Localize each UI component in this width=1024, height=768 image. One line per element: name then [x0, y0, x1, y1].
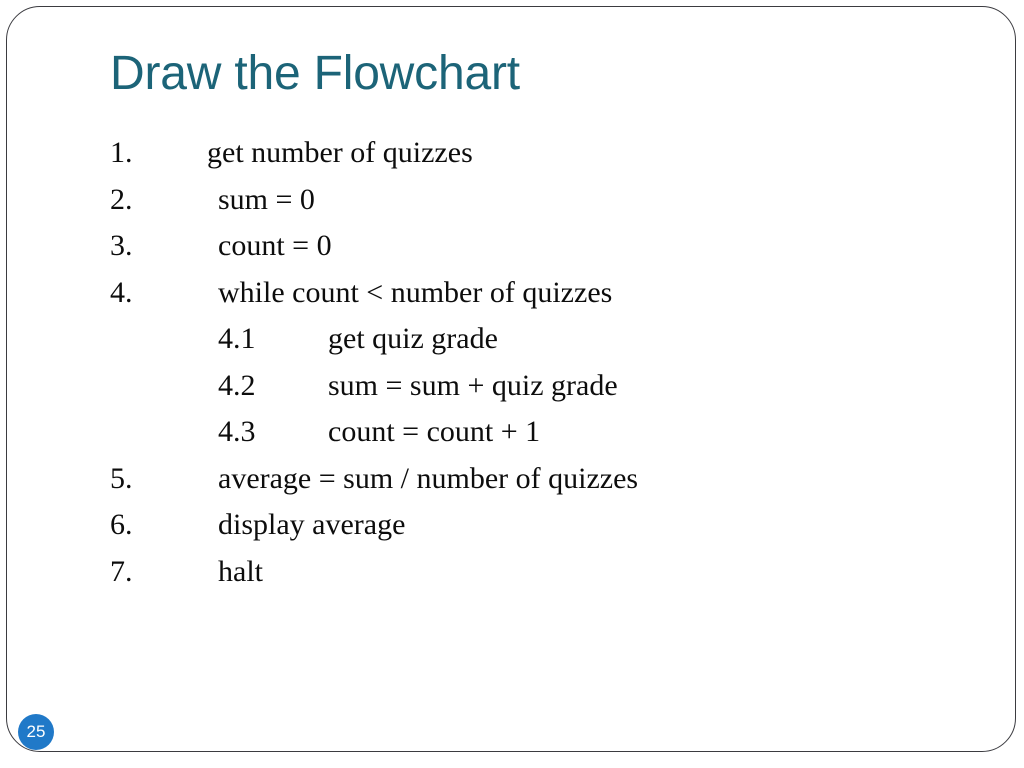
algorithm-step: 4.3 count = count + 1 [110, 409, 950, 456]
algorithm-step-text: sum = 0 [218, 182, 315, 216]
algorithm-step: 4.2 sum = sum + quiz grade [110, 363, 950, 410]
algorithm-step-number: 4.1 [218, 322, 256, 355]
algorithm-step-number: 1. [110, 136, 133, 169]
algorithm-step-number: 5. [110, 461, 133, 495]
algorithm-step-text: average = sum / number of quizzes [218, 461, 639, 495]
algorithm-step-number: 7. [110, 554, 133, 588]
algorithm-step-text: get number of quizzes [207, 136, 473, 169]
algorithm-step: 4.1 get quiz grade [110, 316, 950, 363]
algorithm-step-number: 4.3 [218, 415, 256, 448]
algorithm-step-text: sum = sum + quiz grade [328, 368, 618, 402]
slide-canvas: Draw the Flowchart 1. get number of quizz… [0, 0, 1024, 768]
algorithm-step: 1. get number of quizzes [110, 130, 950, 177]
algorithm-step: 6. display average [110, 502, 950, 549]
algorithm-step-number: 4. [110, 275, 133, 309]
algorithm-step-list: 1. get number of quizzes 2. sum = 0 3. count … [110, 130, 950, 595]
algorithm-step-text: while count < number of quizzes [218, 275, 613, 309]
algorithm-step-number: 2. [110, 182, 133, 216]
algorithm-step: 7. halt [110, 549, 950, 596]
algorithm-step-number: 4.2 [218, 368, 256, 402]
algorithm-step-text: count = count + 1 [328, 415, 541, 448]
algorithm-step: 4. while count < number of quizzes [110, 270, 950, 317]
algorithm-step-number: 3. [110, 229, 133, 262]
algorithm-step: 3. count = 0 [110, 223, 950, 270]
page-number-badge: 25 [18, 714, 54, 750]
algorithm-step-number: 6. [110, 508, 133, 541]
page-title: Draw the Flowchart [110, 47, 520, 100]
algorithm-step-text: halt [218, 554, 263, 588]
algorithm-step-text: display average [218, 508, 406, 541]
algorithm-step: 5. average = sum / number of quizzes [110, 456, 950, 503]
algorithm-step-text: count = 0 [218, 229, 332, 262]
algorithm-step: 2. sum = 0 [110, 177, 950, 224]
algorithm-step-text: get quiz grade [328, 322, 498, 355]
